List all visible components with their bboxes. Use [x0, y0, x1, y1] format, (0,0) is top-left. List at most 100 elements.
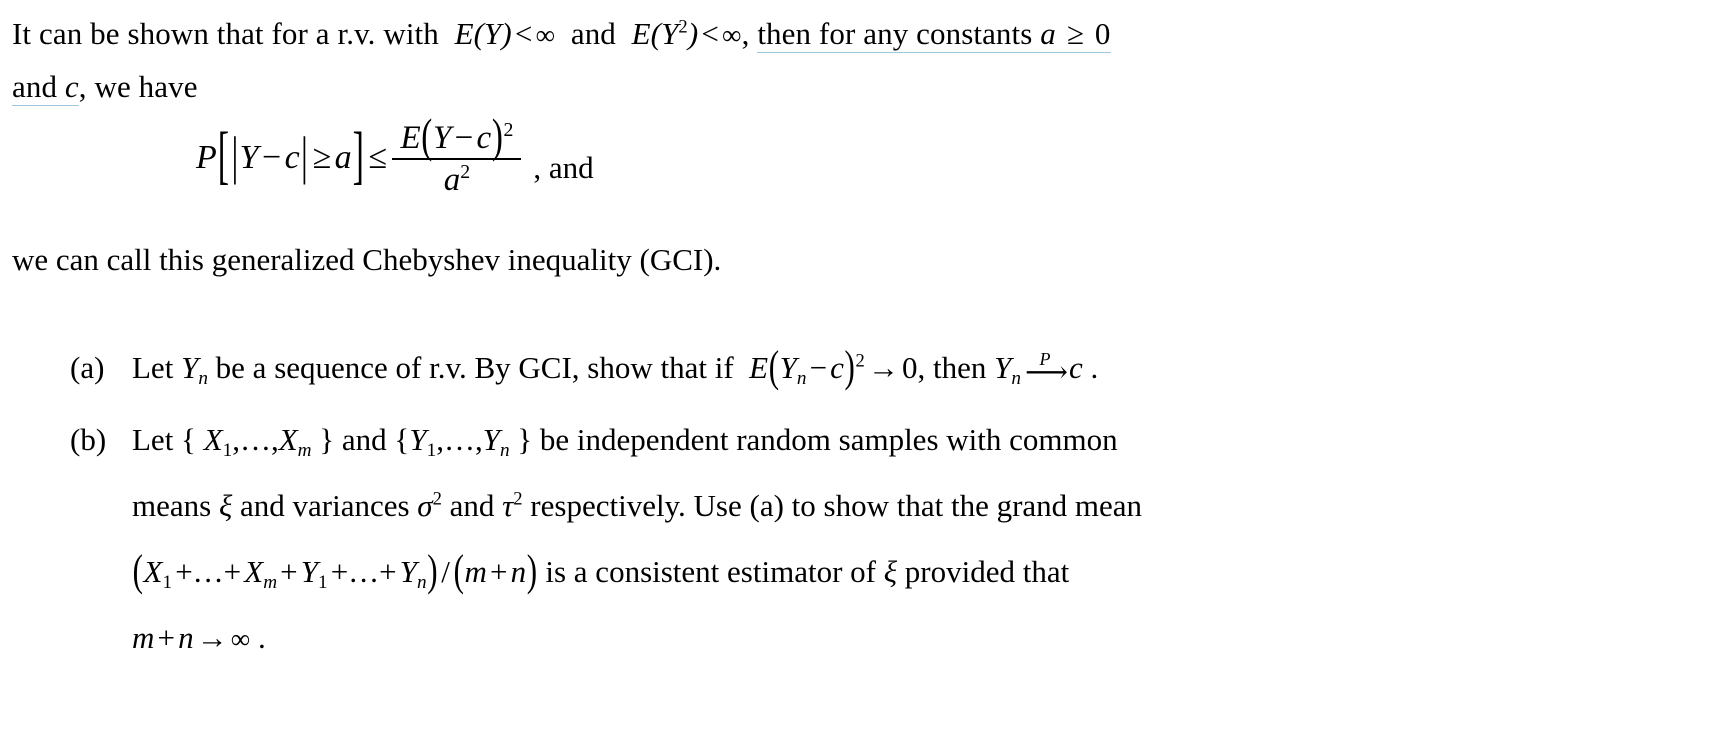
paren-close-numerator: ) [491, 110, 503, 164]
plus-operator-1: + [280, 554, 298, 589]
variable-Y-2: Y [432, 120, 452, 156]
bracket-close: ] [352, 121, 364, 192]
plus-operator-2: + [490, 554, 508, 589]
denominator-paren-close: ) [526, 544, 538, 596]
subscript-one-Y-2: 1 [317, 571, 328, 593]
minus-operator-2: − [454, 120, 474, 156]
exponent-two-a: 2 [855, 350, 865, 372]
sample-Y-1: Y1 [409, 422, 437, 461]
intro-text-2: , we have [78, 69, 198, 104]
subscript-n-Y: n [499, 439, 510, 461]
variable-c-2: c [476, 120, 492, 156]
plus-ellipsis-2: +…+ [330, 554, 397, 589]
gci-definition-line: we can call this generalized Chebyshev i… [12, 242, 722, 277]
period-a: . [1090, 350, 1099, 385]
geq-operator-equation: ≥ [312, 139, 332, 177]
proofing-underlined-phrase-1: then for any constants a ≥ 0 [757, 16, 1111, 53]
variable-c-1: c [284, 139, 300, 177]
intro-line-2: and c, we have [12, 61, 1712, 113]
arrow-shaft: ⟶ [1024, 356, 1068, 390]
variable-a-denominator: a [443, 161, 461, 198]
math-expectation-Y: E(Y) [454, 16, 512, 51]
limit-constant-c: c [1068, 350, 1083, 385]
sample-X-1: X1 [203, 422, 233, 461]
problem-marker-a: (a) [70, 350, 105, 385]
exponent-two-denominator: 2 [460, 160, 471, 183]
exponent-two-sigma: 2 [432, 488, 442, 510]
math-constant-a: a [1040, 16, 1056, 51]
absolute-bar-open: | [231, 128, 239, 186]
problem-item-b: (b) Let { X1,…,Xm } and {Y1,…,Yn } be in… [70, 407, 1470, 672]
variable-a-1: a [334, 139, 352, 177]
minus-operator-a: − [809, 350, 828, 385]
variance-tau-squared: τ2 [502, 488, 523, 523]
minus-operator-1: − [261, 139, 282, 177]
ellipsis-2: ,…, [436, 422, 483, 457]
conjunction-and-1: and [570, 16, 616, 51]
sequence-Y-n-2: Yn [994, 350, 1021, 389]
equation-left-hand-side: P[|Y−c| ≥a] ≤ [196, 121, 390, 191]
converges-in-probability-arrow: P ⟶ [1024, 350, 1068, 390]
grand-mean-Y-n: Yn [399, 554, 427, 593]
exponent-two-1: 2 [678, 16, 688, 38]
variable-Y-1: Y [239, 139, 259, 177]
problem-b-row-1: Let { X1,…,Xm } and {Y1,…,Yn } be indepe… [132, 422, 1118, 461]
infinity-symbol-2: ∞ [722, 20, 742, 50]
less-than-operator-2: < [701, 16, 719, 51]
math-expectation-Y-squared: E(Y2) [631, 16, 699, 51]
grand-mean-X-1: X1 [143, 554, 173, 593]
equation-trailing-text: , and [533, 150, 594, 186]
division-slash: / [441, 554, 450, 589]
fraction-bound: E(Y−c) 2 a2 [392, 112, 522, 198]
exponent-two-tau: 2 [513, 488, 523, 510]
sample-size-n-1: n [510, 554, 527, 589]
infinity-symbol-3: ∞ [230, 624, 251, 654]
comma-1: , [741, 16, 750, 51]
intro-text-1: It can be shown that for a r.v. with [12, 16, 439, 51]
subscript-n-1: n [198, 367, 208, 389]
common-mean-xi-2: ξ [883, 554, 898, 589]
ellipsis-1: ,…, [232, 422, 279, 457]
math-constant-c: c [64, 69, 79, 104]
subscript-n-3: n [1011, 367, 1021, 389]
absolute-bar-close: | [301, 128, 308, 186]
sample-size-m-2: m [132, 620, 155, 655]
probability-operator-P: P [196, 139, 217, 177]
problem-list: (a) Let Yn be a sequence of r.v. By GCI,… [70, 335, 1470, 678]
paren-open-a: ( [768, 340, 780, 392]
number-zero: 0 [1094, 16, 1111, 51]
bracket-open: [ [217, 121, 230, 192]
plus-ellipsis-1: +…+ [175, 554, 242, 589]
paren-close-a: ) [844, 340, 855, 392]
problem-b-row-2: means ξ and variances σ2 and τ2 respecti… [132, 488, 1143, 523]
math-E-Yn-minus-c-squared: E(Yn−c)2 [749, 340, 865, 391]
subscript-one-Y: 1 [426, 439, 437, 461]
sample-size-m-1: m [464, 554, 487, 589]
less-than-operator-1: < [514, 16, 533, 51]
problem-body-a: Let Yn be a sequence of r.v. By GCI, sho… [132, 335, 1470, 401]
intro-paragraph: It can be shown that for a r.v. with E(Y… [12, 8, 1712, 113]
grand-mean-Y-1: Y1 [300, 554, 328, 593]
subscript-m-X: m [297, 439, 312, 461]
grand-mean-X-m: Xm [244, 554, 278, 593]
subscript-one-X: 1 [222, 439, 233, 461]
expectation-operator-E: E [400, 120, 421, 156]
fraction-denominator: a2 [392, 157, 522, 198]
sequence-Y-n-1: Yn [181, 350, 208, 389]
subscript-m-X-2: m [263, 571, 278, 593]
problem-body-b: Let { X1,…,Xm } and {Y1,…,Yn } be indepe… [132, 407, 1470, 672]
sample-X-m: Xm [278, 422, 312, 461]
intro-line-1: It can be shown that for a r.v. with E(Y… [12, 16, 1111, 53]
limit-zero-a: 0 [901, 350, 918, 385]
display-equation-gci: P[|Y−c| ≥a] ≤ E(Y−c)2 a2 , and [196, 112, 594, 198]
proofing-underlined-phrase-2: and c [12, 69, 79, 106]
subscript-n-Y-2: n [417, 571, 427, 593]
paren-open-numerator: ( [421, 110, 433, 164]
problem-a-row: Let Yn be a sequence of r.v. By GCI, sho… [132, 335, 1470, 401]
sample-size-n-2: n [178, 620, 194, 655]
plus-operator-3: + [157, 620, 175, 655]
problem-item-a: (a) Let Yn be a sequence of r.v. By GCI,… [70, 335, 1470, 401]
tends-to-arrow-a: → [867, 350, 899, 385]
document-page: It can be shown that for a r.v. with E(Y… [0, 0, 1720, 748]
greater-or-equal-operator: ≥ [1066, 16, 1084, 51]
